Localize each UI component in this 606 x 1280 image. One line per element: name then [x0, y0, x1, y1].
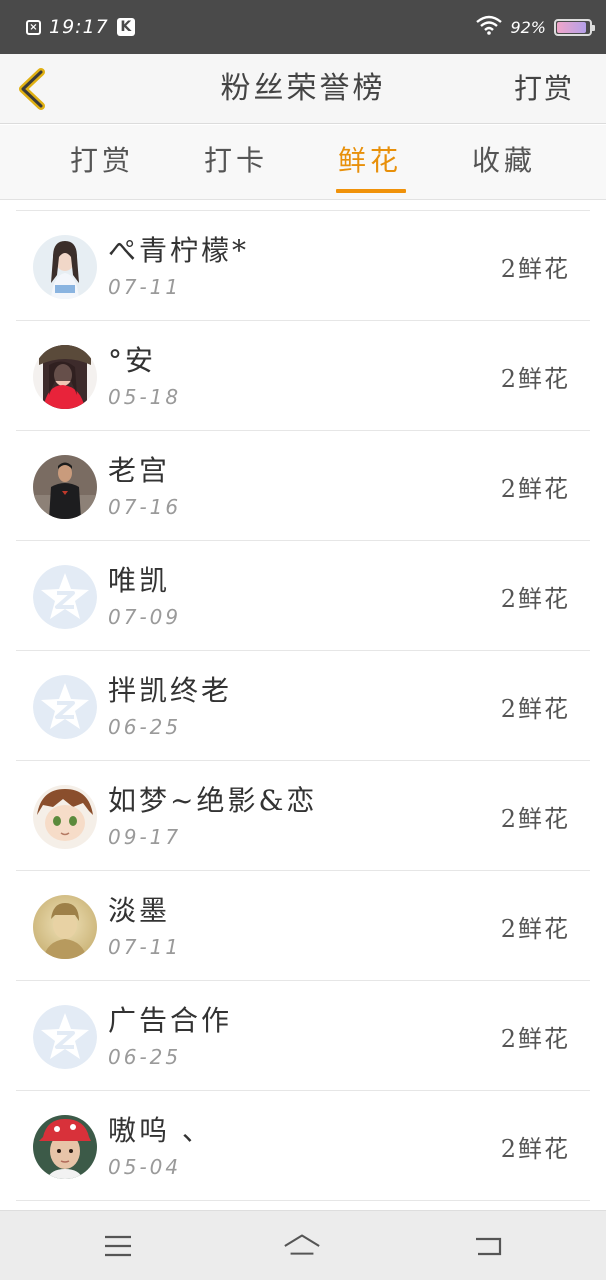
clock: 19:17 — [49, 16, 109, 38]
tab-reward[interactable]: 打赏 — [52, 125, 152, 200]
avatar[interactable] — [33, 785, 97, 849]
avatar[interactable] — [33, 565, 97, 629]
flower-count: 2鲜花 — [500, 365, 570, 393]
fan-row[interactable]: 如梦~绝影&恋 09-17 2鲜花 — [16, 761, 590, 871]
status-bar: × 19:17 K 92% — [0, 0, 606, 54]
avatar[interactable] — [33, 1115, 97, 1179]
tab-favorites[interactable]: 收藏 — [454, 125, 554, 200]
avatar[interactable] — [33, 1005, 97, 1069]
flower-count: 2鲜花 — [500, 255, 570, 283]
avatar[interactable] — [33, 345, 97, 409]
flower-count: 2鲜花 — [500, 805, 570, 833]
fan-name: 老宫 — [108, 454, 171, 487]
flower-count: 2鲜花 — [500, 1025, 570, 1053]
fan-row[interactable]: 嗷呜 、 05-04 2鲜花 — [16, 1091, 590, 1201]
home-button[interactable] — [282, 1229, 322, 1263]
tab-checkin[interactable]: 打卡 — [186, 125, 286, 200]
battery-icon — [554, 18, 595, 36]
fan-row[interactable]: ぺ青柠檬* 07-11 2鲜花 — [16, 211, 590, 321]
fan-name: 淡墨 — [108, 894, 171, 927]
fan-name: 拌凯终老 — [108, 674, 233, 707]
fan-date: 05-04 — [108, 1155, 182, 1179]
wifi-icon — [476, 15, 503, 39]
flower-count: 2鲜花 — [500, 1135, 570, 1163]
fan-name: 广告合作 — [108, 1004, 233, 1037]
battery-percent: 92% — [510, 17, 546, 37]
avatar[interactable] — [33, 675, 97, 739]
menu-button[interactable] — [98, 1229, 138, 1263]
fan-name: °安 — [108, 344, 157, 377]
fan-row[interactable]: 广告合作 06-25 2鲜花 — [16, 981, 590, 1091]
fan-row[interactable]: 老宫 07-16 2鲜花 — [16, 431, 590, 541]
fan-date: 07-09 — [108, 605, 182, 629]
fan-row[interactable]: 淡墨 07-11 2鲜花 — [16, 871, 590, 981]
reward-button[interactable]: 打赏 — [514, 54, 574, 124]
avatar[interactable] — [33, 455, 97, 519]
k-app-icon: K — [116, 18, 135, 36]
fan-date: 06-25 — [108, 715, 182, 739]
return-icon — [476, 1237, 502, 1256]
home-icon — [284, 1234, 320, 1255]
active-tab-indicator — [336, 189, 406, 193]
system-nav-bar — [0, 1210, 606, 1280]
fan-date: 09-17 — [108, 825, 182, 849]
flower-count: 2鲜花 — [500, 915, 570, 943]
fan-row[interactable]: 拌凯终老 06-25 2鲜花 — [16, 651, 590, 761]
avatar[interactable] — [33, 895, 97, 959]
fan-row[interactable]: 唯凯 07-09 2鲜花 — [16, 541, 590, 651]
fan-row[interactable]: °安 05-18 2鲜花 — [16, 321, 590, 431]
tab-bar: 打赏 打卡 鲜花 收藏 — [0, 125, 606, 200]
flower-count: 2鲜花 — [500, 695, 570, 723]
menu-icon — [105, 1235, 131, 1257]
fan-name: 如梦~绝影&恋 — [108, 784, 318, 817]
fan-name: ぺ青柠檬* — [108, 234, 250, 267]
fan-date: 06-25 — [108, 1045, 182, 1069]
notification-close-icon: × — [26, 19, 41, 35]
avatar[interactable] — [33, 235, 97, 299]
fan-date: 07-11 — [108, 935, 182, 959]
fan-name: 唯凯 — [108, 564, 171, 597]
flower-count: 2鲜花 — [500, 585, 570, 613]
fan-date: 05-18 — [108, 385, 182, 409]
flower-count: 2鲜花 — [500, 475, 570, 503]
fan-date: 07-16 — [108, 495, 182, 519]
app-header: 粉丝荣誉榜 打赏 — [0, 54, 606, 124]
fan-list: ぺ青柠檬* 07-11 2鲜花 °安 05-18 2鲜花 老宫 07-16 2鲜花 唯凯 07-09… — [16, 210, 590, 1201]
fan-name: 嗷呜 、 — [108, 1114, 213, 1147]
fan-date: 07-11 — [108, 275, 182, 299]
back-nav-button[interactable] — [468, 1229, 508, 1263]
